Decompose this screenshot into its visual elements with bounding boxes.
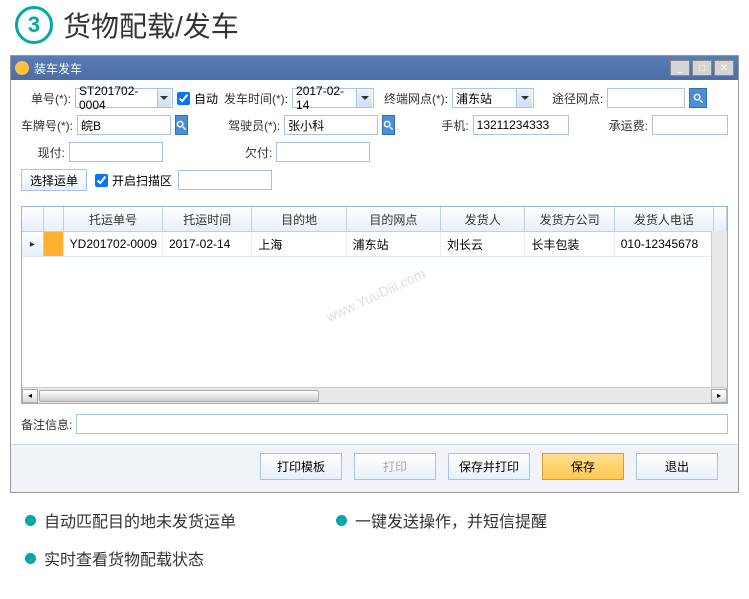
table-row[interactable]: YD201702-0009 2017-02-14 上海 浦东站 刘长云 长丰包装…: [22, 232, 727, 257]
route-search-button[interactable]: [689, 88, 707, 108]
terminal-label: 终端网点(*):: [384, 90, 448, 107]
scan-checkbox[interactable]: [95, 174, 108, 187]
td-order-no: YD201702-0009: [64, 232, 163, 256]
th-sender[interactable]: 发货人: [441, 207, 525, 231]
close-button[interactable]: ✕: [714, 60, 734, 76]
bullet-icon: [336, 515, 347, 526]
minimize-button[interactable]: _: [670, 60, 690, 76]
scroll-right-icon[interactable]: ▸: [711, 389, 727, 403]
remark-row: 备注信息:: [11, 404, 738, 444]
owed-label: 欠付:: [245, 144, 272, 161]
scrollbar-vertical[interactable]: [711, 231, 727, 387]
phone-input[interactable]: [473, 115, 569, 135]
cash-input[interactable]: [69, 142, 163, 162]
maximize-button[interactable]: □: [692, 60, 712, 76]
chevron-down-icon: [157, 89, 172, 107]
scroll-thumb[interactable]: [39, 390, 319, 402]
dispatch-time-select[interactable]: 2017-02-14: [292, 88, 374, 108]
app-window: 装车发车 _ □ ✕ 单号(*): ST201702-0004 自动 发车时间(…: [10, 55, 739, 493]
th-phone[interactable]: 发货人电话: [615, 207, 714, 231]
plate-input[interactable]: [77, 115, 171, 135]
scroll-left-icon[interactable]: ◂: [22, 389, 38, 403]
feature-item: 一键发送操作，并短信提醒: [336, 508, 547, 532]
th-extra: [714, 207, 727, 231]
fee-input[interactable]: [652, 115, 728, 135]
feature-item: 自动匹配目的地未发货运单: [25, 508, 236, 532]
route-label: 途径网点:: [552, 90, 603, 107]
terminal-select[interactable]: 浦东站: [452, 88, 534, 108]
window-titlebar: 装车发车 _ □ ✕: [11, 56, 738, 80]
remark-label: 备注信息:: [21, 416, 72, 433]
watermark: www.YuuDiii.com: [324, 265, 428, 325]
save-button[interactable]: 保存: [542, 453, 624, 480]
dispatch-time-label: 发车时间(*):: [224, 90, 288, 107]
order-no-select[interactable]: ST201702-0004: [75, 88, 173, 108]
feature-list: 自动匹配目的地未发货运单 一键发送操作，并短信提醒 实时查看货物配载状态: [0, 493, 749, 599]
owed-input[interactable]: [276, 142, 370, 162]
fee-label: 承运费:: [609, 117, 648, 134]
th-order-time[interactable]: 托运时间: [163, 207, 252, 231]
plate-search-button[interactable]: [175, 115, 188, 135]
th-order-no[interactable]: 托运单号: [64, 207, 163, 231]
scrollbar-horizontal[interactable]: ◂ ▸: [22, 387, 727, 403]
bullet-icon: [25, 515, 36, 526]
th-company[interactable]: 发货方公司: [525, 207, 614, 231]
button-bar: 打印模板 打印 保存并打印 保存 退出: [11, 444, 738, 492]
save-print-button[interactable]: 保存并打印: [448, 453, 530, 480]
step-number-badge: 3: [15, 6, 53, 44]
chevron-down-icon: [356, 89, 372, 107]
td-dest-node: 浦东站: [347, 232, 441, 256]
table-header-row: 托运单号 托运时间 目的地 目的网点 发货人 发货方公司 发货人电话: [22, 207, 727, 232]
remark-input[interactable]: [76, 414, 728, 434]
bullet-icon: [25, 553, 36, 564]
auto-label: 自动: [194, 90, 218, 107]
feature-item: 实时查看货物配载状态: [25, 546, 204, 570]
phone-label: 手机:: [441, 117, 468, 134]
auto-checkbox[interactable]: [177, 92, 190, 105]
exit-button[interactable]: 退出: [636, 453, 718, 480]
print-template-button[interactable]: 打印模板: [260, 453, 342, 480]
window-icon: [15, 61, 29, 75]
td-company: 长丰包装: [525, 232, 614, 256]
driver-input[interactable]: [284, 115, 378, 135]
order-no-label: 单号(*):: [21, 90, 71, 107]
row-marker: [44, 232, 64, 256]
select-order-button[interactable]: 选择运单: [21, 169, 87, 191]
th-dest-node[interactable]: 目的网点: [347, 207, 441, 231]
order-table: www.YuuDiii.com 托运单号 托运时间 目的地 目的网点 发货人 发…: [21, 206, 728, 404]
scan-label: 开启扫描区: [112, 172, 172, 189]
form-area: 单号(*): ST201702-0004 自动 发车时间(*): 2017-02…: [11, 80, 738, 206]
th-indicator: [22, 207, 44, 231]
driver-label: 驾驶员(*):: [228, 117, 280, 134]
route-input[interactable]: [607, 88, 685, 108]
cash-label: 现付:: [21, 144, 65, 161]
scan-input[interactable]: [178, 170, 272, 190]
window-title: 装车发车: [34, 60, 670, 77]
th-marker: [44, 207, 64, 231]
chevron-down-icon: [516, 89, 532, 107]
page-header: 3 货物配载/发车: [0, 0, 749, 55]
row-indicator-icon: [22, 232, 44, 256]
td-dest: 上海: [252, 232, 346, 256]
plate-label: 车牌号(*):: [21, 117, 73, 134]
print-button[interactable]: 打印: [354, 453, 436, 480]
th-dest[interactable]: 目的地: [252, 207, 346, 231]
td-order-time: 2017-02-14: [163, 232, 252, 256]
driver-search-button[interactable]: [382, 115, 395, 135]
page-title: 货物配载/发车: [63, 5, 239, 45]
td-phone: 010-12345678: [615, 232, 714, 256]
td-sender: 刘长云: [441, 232, 525, 256]
